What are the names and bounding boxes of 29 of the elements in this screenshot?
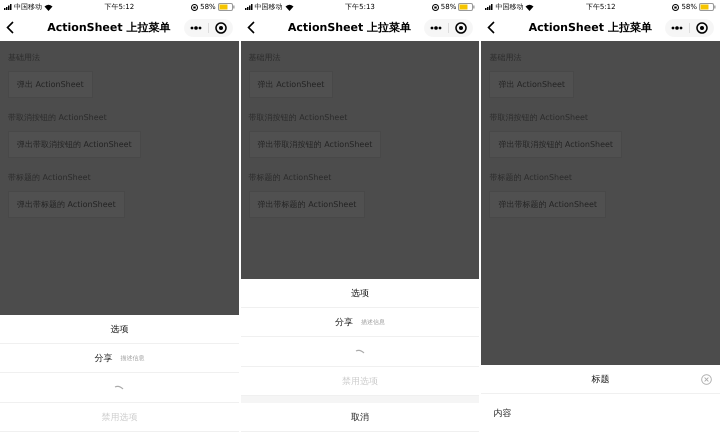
battery-icon: [218, 3, 235, 11]
sheet-title: 选项: [351, 288, 369, 300]
orientation-lock-icon: [191, 4, 198, 10]
close-app-icon[interactable]: [214, 22, 227, 34]
wifi-icon: [284, 4, 294, 10]
sheet-content: 内容: [493, 408, 512, 420]
wifi-icon: [44, 4, 53, 10]
back-icon[interactable]: [246, 21, 255, 34]
more-icon[interactable]: [190, 26, 202, 30]
sheet-title: 标题: [592, 374, 610, 386]
close-app-icon[interactable]: [696, 22, 708, 34]
orientation-lock-icon: [672, 4, 680, 10]
page-title: ActionSheet 上拉菜单: [286, 20, 412, 35]
page-title: ActionSheet 上拉菜单: [528, 20, 653, 35]
signal-icon: [244, 4, 253, 10]
page-title: ActionSheet 上拉菜单: [46, 20, 172, 35]
signal-icon: [4, 4, 12, 10]
back-icon[interactable]: [6, 21, 14, 34]
battery-icon: [458, 3, 476, 11]
cancel-button[interactable]: 取消: [240, 396, 480, 432]
back-icon[interactable]: [487, 21, 496, 34]
battery-icon: [699, 3, 716, 11]
wifi-icon: [525, 4, 534, 10]
more-icon[interactable]: [671, 26, 684, 30]
signal-icon: [485, 4, 494, 10]
sheet-title: 选项: [110, 324, 128, 336]
more-icon[interactable]: [430, 26, 442, 30]
close-app-icon[interactable]: [455, 22, 468, 34]
orientation-lock-icon: [432, 4, 439, 10]
